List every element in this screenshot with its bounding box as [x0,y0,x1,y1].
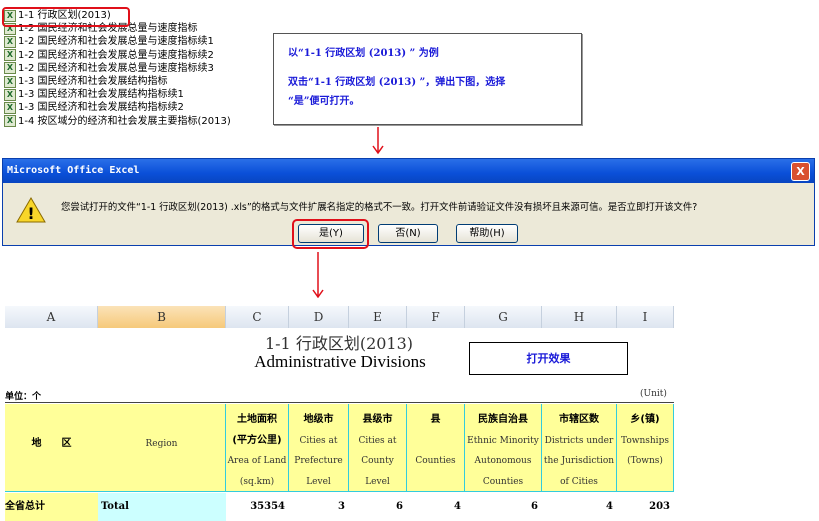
excel-file-icon: X [4,35,16,48]
svg-text:!: ! [27,204,34,223]
header-cell: 县级市 Cities at County Level [349,404,407,491]
column-header-i[interactable]: I [617,306,674,328]
file-item[interactable]: X 1-3 国民经济和社会发展结构指标续1 [4,88,184,101]
dialog-title-bar: Microsoft Office Excel X [3,159,814,183]
divider [5,402,674,403]
excel-file-icon: X [4,49,16,62]
file-item[interactable]: X 1-4 按区域分的经济和社会发展主要指标(2013) [4,115,231,128]
header-cn: 地级市 [303,414,334,425]
column-header-f[interactable]: F [407,306,465,328]
header-en: Cities at County Level [358,435,397,487]
note-line: “是”便可打开。 [288,96,360,107]
header-cell: 乡(镇) Townships (Towns) [617,404,674,491]
note-line: 双击“1-1 行政区划 (2013) ”，弹出下图，选择 [288,77,506,88]
header-en: Region [145,439,178,449]
table-cell: 6 [396,501,403,512]
file-name: 1-2 国民经济和社会发展总量与速度指标续1 [18,36,214,48]
arrow-down-icon [372,127,384,155]
file-name: 1-2 国民经济和社会发展总量与速度指标续3 [18,62,214,74]
table-cell: 203 [649,501,670,512]
column-header-a[interactable]: A [5,306,98,328]
excel-file-icon: X [4,101,16,114]
table-cell: 4 [606,501,613,512]
file-name: 1-3 国民经济和社会发展结构指标续1 [18,89,184,101]
column-header-b[interactable]: B [98,306,226,328]
arrow-down-icon [312,252,324,298]
file-item[interactable]: X 1-3 国民经济和社会发展结构指标续2 [4,101,184,114]
header-cell: 市辖区数 Districts under the Jurisdiction of … [542,404,617,491]
file-item[interactable]: X 1-3 国民经济和社会发展结构指标 [4,75,168,88]
instruction-note: 以“1-1 行政区划 (2013) ” 为例 双击“1-1 行政区划 (2013… [273,33,582,125]
header-cell: 县 Counties [407,404,465,491]
column-header-g[interactable]: G [465,306,542,328]
table-cell: 3 [338,501,345,512]
excel-file-icon: X [4,115,16,128]
file-item[interactable]: X 1-2 国民经济和社会发展总量与速度指标续2 [4,49,214,62]
header-cell: 地级市 Cities at Prefecture Level [289,404,349,491]
header-cell: 地 区 [5,404,98,491]
column-header-e[interactable]: E [349,306,407,328]
header-cn: 乡(镇) [630,414,660,425]
header-cn: 土地面积 (平方公里) [232,414,282,446]
column-header-c[interactable]: C [226,306,289,328]
column-header-h[interactable]: H [542,306,617,328]
selection-highlight [2,7,130,27]
excel-file-icon: X [4,88,16,101]
column-header-d[interactable]: D [289,306,349,328]
header-en: Ethnic Minority Autonomous Counties [467,435,539,487]
note-line: 以“1-1 行政区划 (2013) ” 为例 [288,48,439,59]
header-cn: 民族自治县 [478,414,528,425]
file-name: 1-3 国民经济和社会发展结构指标 [18,76,168,87]
sheet-title-cn: 1-1 行政区划(2013) [264,334,414,353]
header-en: Districts under the Jurisdiction of Citi… [543,435,615,487]
header-cn: 市辖区数 [559,414,599,425]
yes-highlight [292,219,369,249]
unit-left: 单位：个 [5,392,42,402]
dialog-title: Microsoft Office Excel [7,165,140,176]
table-cell: 4 [454,501,461,512]
file-item[interactable]: X 1-2 国民经济和社会发展总量与速度指标续3 [4,62,214,75]
header-en: Townships (Towns) [621,435,669,467]
close-button[interactable]: X [791,162,810,181]
sheet-title-en: Administrative Divisions [254,352,426,371]
header-en: Counties [415,456,456,466]
file-item[interactable]: X 1-2 国民经济和社会发展总量与速度指标续1 [4,35,214,48]
file-name: 1-4 按区域分的经济和社会发展主要指标(2013) [18,115,231,127]
header-cell: 土地面积 (平方公里) Area of Land (sq.km) [226,404,289,491]
header-en: Cities at Prefecture Level [294,435,343,487]
unit-right: (Unit) [640,389,667,399]
divider [5,491,674,492]
no-button[interactable]: 否(N) [378,224,438,243]
open-effect-label: 打开效果 [469,342,628,375]
header-cell: Region [98,404,226,491]
file-name: 1-3 国民经济和社会发展结构指标续2 [18,102,184,114]
header-cn: 地 区 [31,438,72,449]
warning-icon: ! [16,197,46,223]
excel-file-icon: X [4,62,16,75]
dialog-message: 您尝试打开的文件“1-1 行政区划(2013) .xls”的格式与文件扩展名指定… [61,202,698,213]
table-cell: 6 [531,501,538,512]
table-cell: 35354 [250,501,285,512]
help-button[interactable]: 帮助(H) [456,224,518,243]
header-en: Area of Land (sq.km) [227,456,287,487]
file-name: 1-2 国民经济和社会发展总量与速度指标续2 [18,49,214,61]
table-cell: Total [98,493,226,521]
header-cn: 县 [430,414,441,425]
header-cn: 县级市 [362,414,393,425]
excel-file-icon: X [4,75,16,88]
table-cell: 全省总计 [5,493,98,521]
header-cell: 民族自治县 Ethnic Minority Autonomous Counties [465,404,542,491]
